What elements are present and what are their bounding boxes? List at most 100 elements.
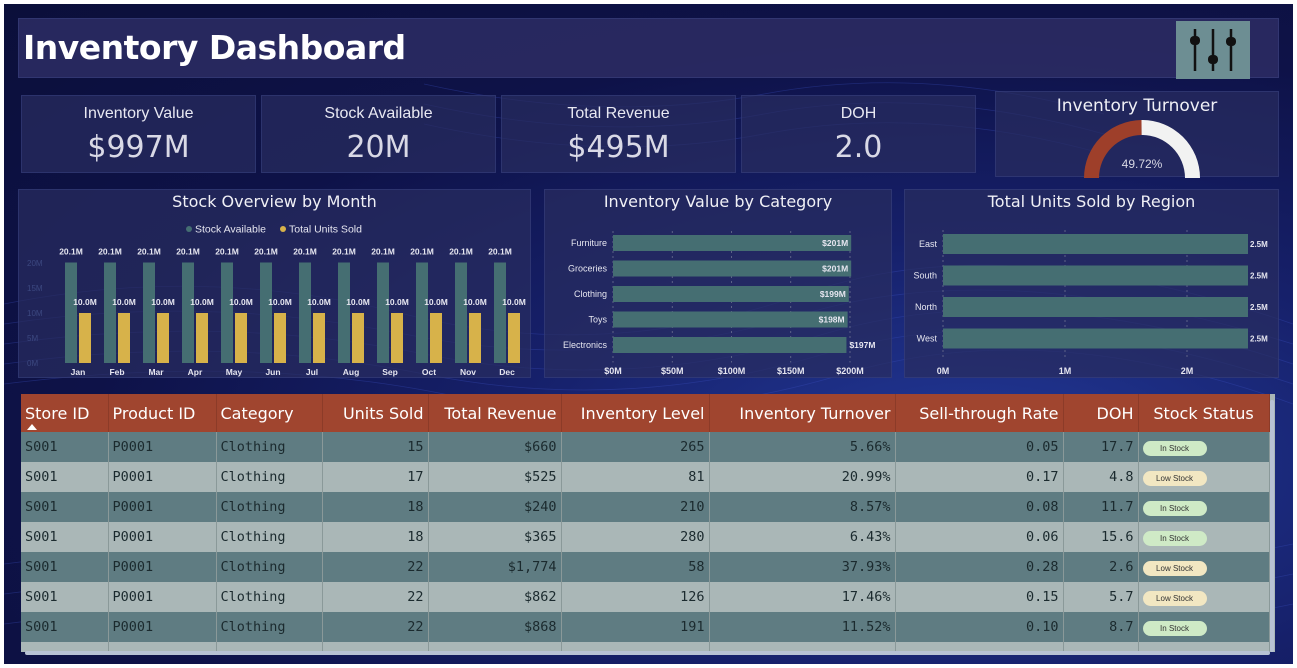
- column-header[interactable]: Total Revenue: [428, 394, 562, 432]
- bar-units-sold: [508, 313, 520, 363]
- table-cell: 280: [561, 522, 710, 552]
- table-cell: S001: [21, 582, 109, 612]
- inventory-value-category-chart: $0M $50M $100M $150M $200M Furniture $201M Groc…: [563, 231, 875, 376]
- column-header[interactable]: Sell-through Rate: [895, 394, 1064, 432]
- x-tick-label: $50M: [661, 366, 684, 376]
- table-cell: 17.7: [1063, 432, 1139, 462]
- data-label: $198M: [819, 315, 845, 325]
- table-cell: 22: [322, 582, 429, 612]
- y-tick-label: 10M: [27, 309, 43, 318]
- column-header[interactable]: DOH: [1063, 394, 1139, 432]
- table-horizontal-scrollbar[interactable]: [25, 651, 1270, 655]
- x-tick-label: Jan: [71, 367, 86, 377]
- table-cell: 8.57%: [709, 492, 896, 522]
- table-cell: 17.46%: [709, 582, 896, 612]
- table-row[interactable]: S001 P0001 Clothing 17 $525 81 20.99% 0.17 4.8 Lo…: [21, 462, 1270, 492]
- x-tick-label: Oct: [422, 367, 436, 377]
- column-header[interactable]: Units Sold: [322, 394, 429, 432]
- table-cell: 11.52%: [709, 612, 896, 642]
- table-cell: Clothing: [216, 462, 323, 492]
- table-cell: 6.43%: [709, 522, 896, 552]
- bar-stock-available: [377, 262, 389, 363]
- slicer-settings-button[interactable]: [1176, 21, 1250, 79]
- bar-stock-available: [494, 262, 506, 363]
- x-tick-label: Jul: [306, 367, 318, 377]
- table-cell: P0001: [108, 522, 217, 552]
- column-header[interactable]: Inventory Turnover: [709, 394, 896, 432]
- column-header-label: Inventory Turnover: [739, 403, 891, 423]
- table-cell: P0001: [108, 612, 217, 642]
- table-cell: 18: [322, 522, 429, 552]
- table-cell: 37.93%: [709, 552, 896, 582]
- table-cell: 15: [322, 432, 429, 462]
- column-header-label: Product ID: [112, 403, 196, 423]
- kpi-card-doh: DOH 2.0: [741, 95, 976, 173]
- column-header-label: Total Revenue: [444, 403, 557, 423]
- data-label: 20.1M: [176, 247, 200, 257]
- table-row[interactable]: S001 P0001 Clothing 22 $1,774 58 37.93% 0.28 2.6…: [21, 552, 1270, 582]
- x-tick-label: 1M: [1059, 366, 1072, 376]
- table-row[interactable]: S001 P0001 Clothing 18 $365 280 6.43% 0.06 15.6 I…: [21, 522, 1270, 552]
- sort-ascending-icon[interactable]: [27, 424, 37, 430]
- y-category-label: Furniture: [571, 238, 607, 248]
- column-header-label: Sell-through Rate: [919, 403, 1059, 423]
- y-tick-label: 15M: [27, 284, 43, 293]
- x-tick-label: Aug: [343, 367, 360, 377]
- table-cell: Clothing: [216, 612, 323, 642]
- data-label: 20.1M: [254, 247, 278, 257]
- table-cell: 0.17: [895, 462, 1064, 492]
- status-badge: Low Stock: [1142, 590, 1207, 606]
- column-header-label: Category: [220, 403, 294, 423]
- column-header-label: Inventory Level: [580, 403, 705, 423]
- turnover-gauge: 49.72%: [1084, 120, 1200, 178]
- bar-units-sold: [196, 313, 208, 363]
- table-row[interactable]: S001 P0001 Clothing 18 $240 210 8.57% 0.08 11.7 I…: [21, 492, 1270, 522]
- y-category-label: North: [915, 302, 937, 312]
- table-cell: P0001: [108, 552, 217, 582]
- table-cell: Clothing: [216, 432, 323, 462]
- table-cell: 15.6: [1063, 522, 1139, 552]
- y-tick-label: 20M: [27, 259, 43, 268]
- bar-stock-available: [299, 262, 311, 363]
- data-label: 2.5M: [1250, 335, 1268, 344]
- table-row[interactable]: S001 P0001 Clothing 22 $868 191 11.52% 0.10 8.7 I…: [21, 612, 1270, 642]
- table-vertical-scrollbar[interactable]: [1270, 400, 1274, 652]
- legend-label: Stock Available: [195, 224, 266, 236]
- stock-status-cell: Low Stock: [1138, 582, 1270, 612]
- column-header[interactable]: Product ID: [108, 394, 217, 432]
- table-cell: 2.6: [1063, 552, 1139, 582]
- column-header[interactable]: Category: [216, 394, 323, 432]
- x-tick-label: Feb: [109, 367, 124, 377]
- y-category-label: West: [917, 334, 938, 344]
- column-header[interactable]: Inventory Level: [561, 394, 710, 432]
- table-row[interactable]: S001 P0001 Clothing 15 $660 265 5.66% 0.05 17.7 I…: [21, 432, 1270, 462]
- dashboard-canvas: Inventory Dashboard Inventory Value $997…: [4, 4, 1293, 664]
- table-cell: 11.7: [1063, 492, 1139, 522]
- column-header[interactable]: Stock Status: [1138, 394, 1270, 432]
- bar-units-sold: [430, 313, 442, 363]
- data-label: 10.0M: [346, 297, 370, 307]
- x-tick-label: $0M: [604, 366, 622, 376]
- bar-inventory-value: [613, 260, 852, 277]
- data-label: 10.0M: [502, 297, 526, 307]
- table-cell: $660: [428, 432, 562, 462]
- x-tick-label: 0M: [937, 366, 950, 376]
- data-label: 20.1M: [137, 247, 161, 257]
- bar-stock-available: [65, 262, 77, 363]
- table-row[interactable]: S001 P0001 Clothing 22 $862 126 17.46% 0.15 5.7 L…: [21, 582, 1270, 612]
- kpi-label: Stock Available: [324, 105, 433, 122]
- bar-units-sold: [118, 313, 130, 363]
- kpi-value: 2.0: [834, 130, 883, 165]
- column-header[interactable]: Store ID: [21, 394, 109, 432]
- bar-stock-available: [260, 262, 272, 363]
- table-cell: 0.15: [895, 582, 1064, 612]
- table-cell: 18: [322, 492, 429, 522]
- bar-inventory-value: [613, 286, 849, 302]
- table-cell: P0001: [108, 462, 217, 492]
- stock-status-cell: In Stock: [1138, 612, 1270, 642]
- data-label: 10.0M: [463, 297, 487, 307]
- column-header-label: DOH: [1096, 403, 1134, 423]
- bar-inventory-value: [613, 337, 847, 353]
- y-category-label: Electronics: [563, 340, 608, 350]
- y-category-label: Clothing: [574, 289, 607, 299]
